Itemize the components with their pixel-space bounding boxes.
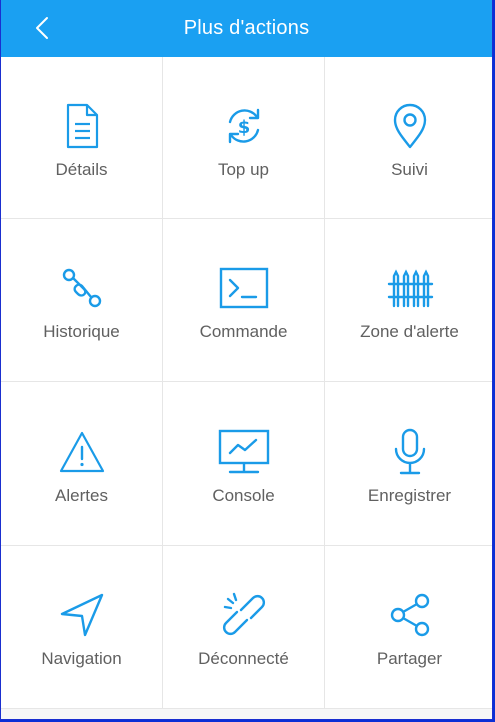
fence-icon <box>378 262 442 314</box>
action-label: Navigation <box>41 649 122 668</box>
action-alertes[interactable]: Alertes <box>1 382 163 546</box>
share-icon <box>378 589 442 641</box>
svg-text:$: $ <box>237 117 250 138</box>
microphone-icon <box>378 426 442 478</box>
action-partager[interactable]: Partager <box>325 546 492 709</box>
action-console[interactable]: Console <box>163 382 325 546</box>
monitor-chart-icon <box>212 426 276 478</box>
header-bar: Plus d'actions <box>1 0 492 57</box>
navigation-arrow-icon <box>50 589 114 641</box>
location-pin-icon <box>378 100 442 152</box>
action-commande[interactable]: Commande <box>163 219 325 382</box>
action-label: Console <box>212 485 275 505</box>
action-label: Détails <box>55 159 108 179</box>
actions-grid: Détails $ Top up Suivi Historique Comman… <box>1 57 492 709</box>
action-label: Top up <box>217 159 270 179</box>
chevron-left-icon <box>36 17 48 39</box>
action-label: Historique <box>43 322 120 341</box>
page-title: Plus d'actions <box>183 17 310 39</box>
action-label: Suivi <box>391 159 428 179</box>
broken-link-icon <box>212 589 276 641</box>
action-navigation[interactable]: Navigation <box>1 546 163 709</box>
action-label: Enregistrer <box>367 485 452 505</box>
action-enregistrer[interactable]: Enregistrer <box>325 382 492 546</box>
back-button[interactable] <box>29 14 55 42</box>
action-historique[interactable]: Historique <box>1 219 163 382</box>
action-label: Commande <box>199 322 288 341</box>
warning-icon <box>50 426 114 478</box>
action-label: Zone d'alerte <box>360 322 459 341</box>
action-suivi[interactable]: Suivi <box>325 57 492 219</box>
action-label: Partager <box>376 649 443 668</box>
document-icon <box>50 100 114 152</box>
action-label: Alertes <box>55 485 108 505</box>
action-zone-alerte[interactable]: Zone d'alerte <box>325 219 492 382</box>
route-icon <box>50 262 114 314</box>
action-top-up[interactable]: $ Top up <box>163 57 325 219</box>
action-label: Déconnecté <box>198 649 289 668</box>
bottom-strip <box>1 709 492 719</box>
action-deconnecte[interactable]: Déconnecté <box>163 546 325 709</box>
dollar-refresh-icon: $ <box>212 100 276 152</box>
app-frame: Plus d'actions Détails $ Top up Suivi Hi… <box>0 0 493 720</box>
action-details[interactable]: Détails <box>1 57 163 219</box>
terminal-icon <box>212 262 276 314</box>
